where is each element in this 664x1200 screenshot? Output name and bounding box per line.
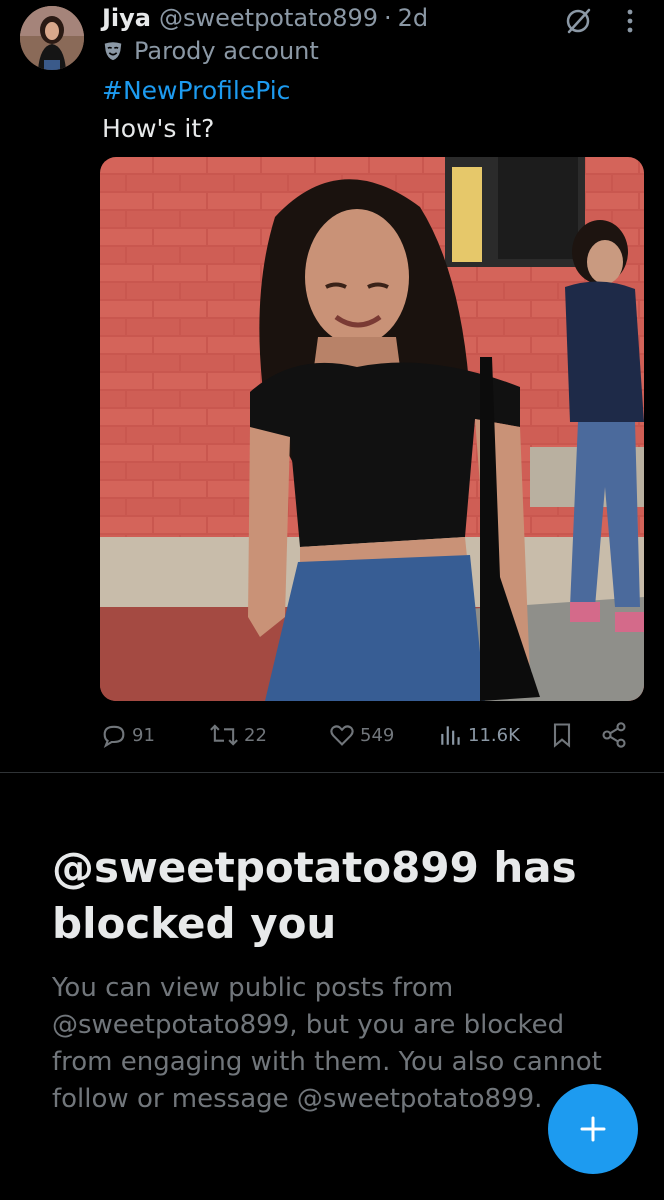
like-button[interactable]: 549 [328, 718, 394, 752]
photo-content [100, 157, 644, 701]
block-notice-title: @sweetpotato899 has blocked you [52, 843, 577, 948]
author-row: Jiya @sweetpotato899 · 2d [102, 4, 428, 34]
post-photo[interactable] [100, 157, 644, 701]
divider [0, 772, 664, 773]
repost-count: 22 [244, 724, 267, 746]
repost-icon [210, 724, 238, 746]
block-notice-description: You can view public posts from @sweetpot… [52, 973, 602, 1114]
like-icon [330, 725, 354, 746]
action-bar: 91 22 549 11.6K [100, 718, 644, 752]
reply-icon [103, 725, 125, 748]
views-button[interactable]: 11.6K [438, 718, 520, 752]
bookmark-icon [553, 723, 571, 748]
author-handle[interactable]: @sweetpotato899 [159, 4, 378, 32]
share-button[interactable] [600, 718, 632, 752]
reply-button[interactable]: 91 [100, 718, 155, 752]
separator-dot: · [384, 4, 392, 32]
hashtag-link[interactable]: #NewProfilePic [102, 76, 290, 105]
share-icon [602, 722, 626, 748]
post[interactable]: Jiya @sweetpotato899 · 2d Parody account… [0, 0, 664, 772]
view-count: 11.6K [468, 724, 520, 746]
repost-button[interactable]: 22 [208, 718, 267, 752]
views-icon [441, 726, 460, 745]
like-count: 549 [360, 724, 395, 746]
more-icon[interactable] [620, 8, 640, 34]
avatar-image [20, 6, 84, 70]
compose-button[interactable] [548, 1084, 638, 1174]
avatar[interactable] [20, 6, 84, 70]
parody-label: Parody account [102, 37, 319, 65]
bookmark-button[interactable] [550, 718, 578, 752]
grok-icon[interactable] [563, 6, 593, 36]
post-age[interactable]: 2d [398, 4, 429, 32]
reply-count: 91 [132, 724, 155, 746]
display-name[interactable]: Jiya [102, 4, 151, 32]
parody-label-text: Parody account [134, 37, 319, 65]
post-text: How's it? [102, 114, 215, 143]
mask-icon [104, 42, 122, 61]
plus-icon [580, 1116, 606, 1142]
